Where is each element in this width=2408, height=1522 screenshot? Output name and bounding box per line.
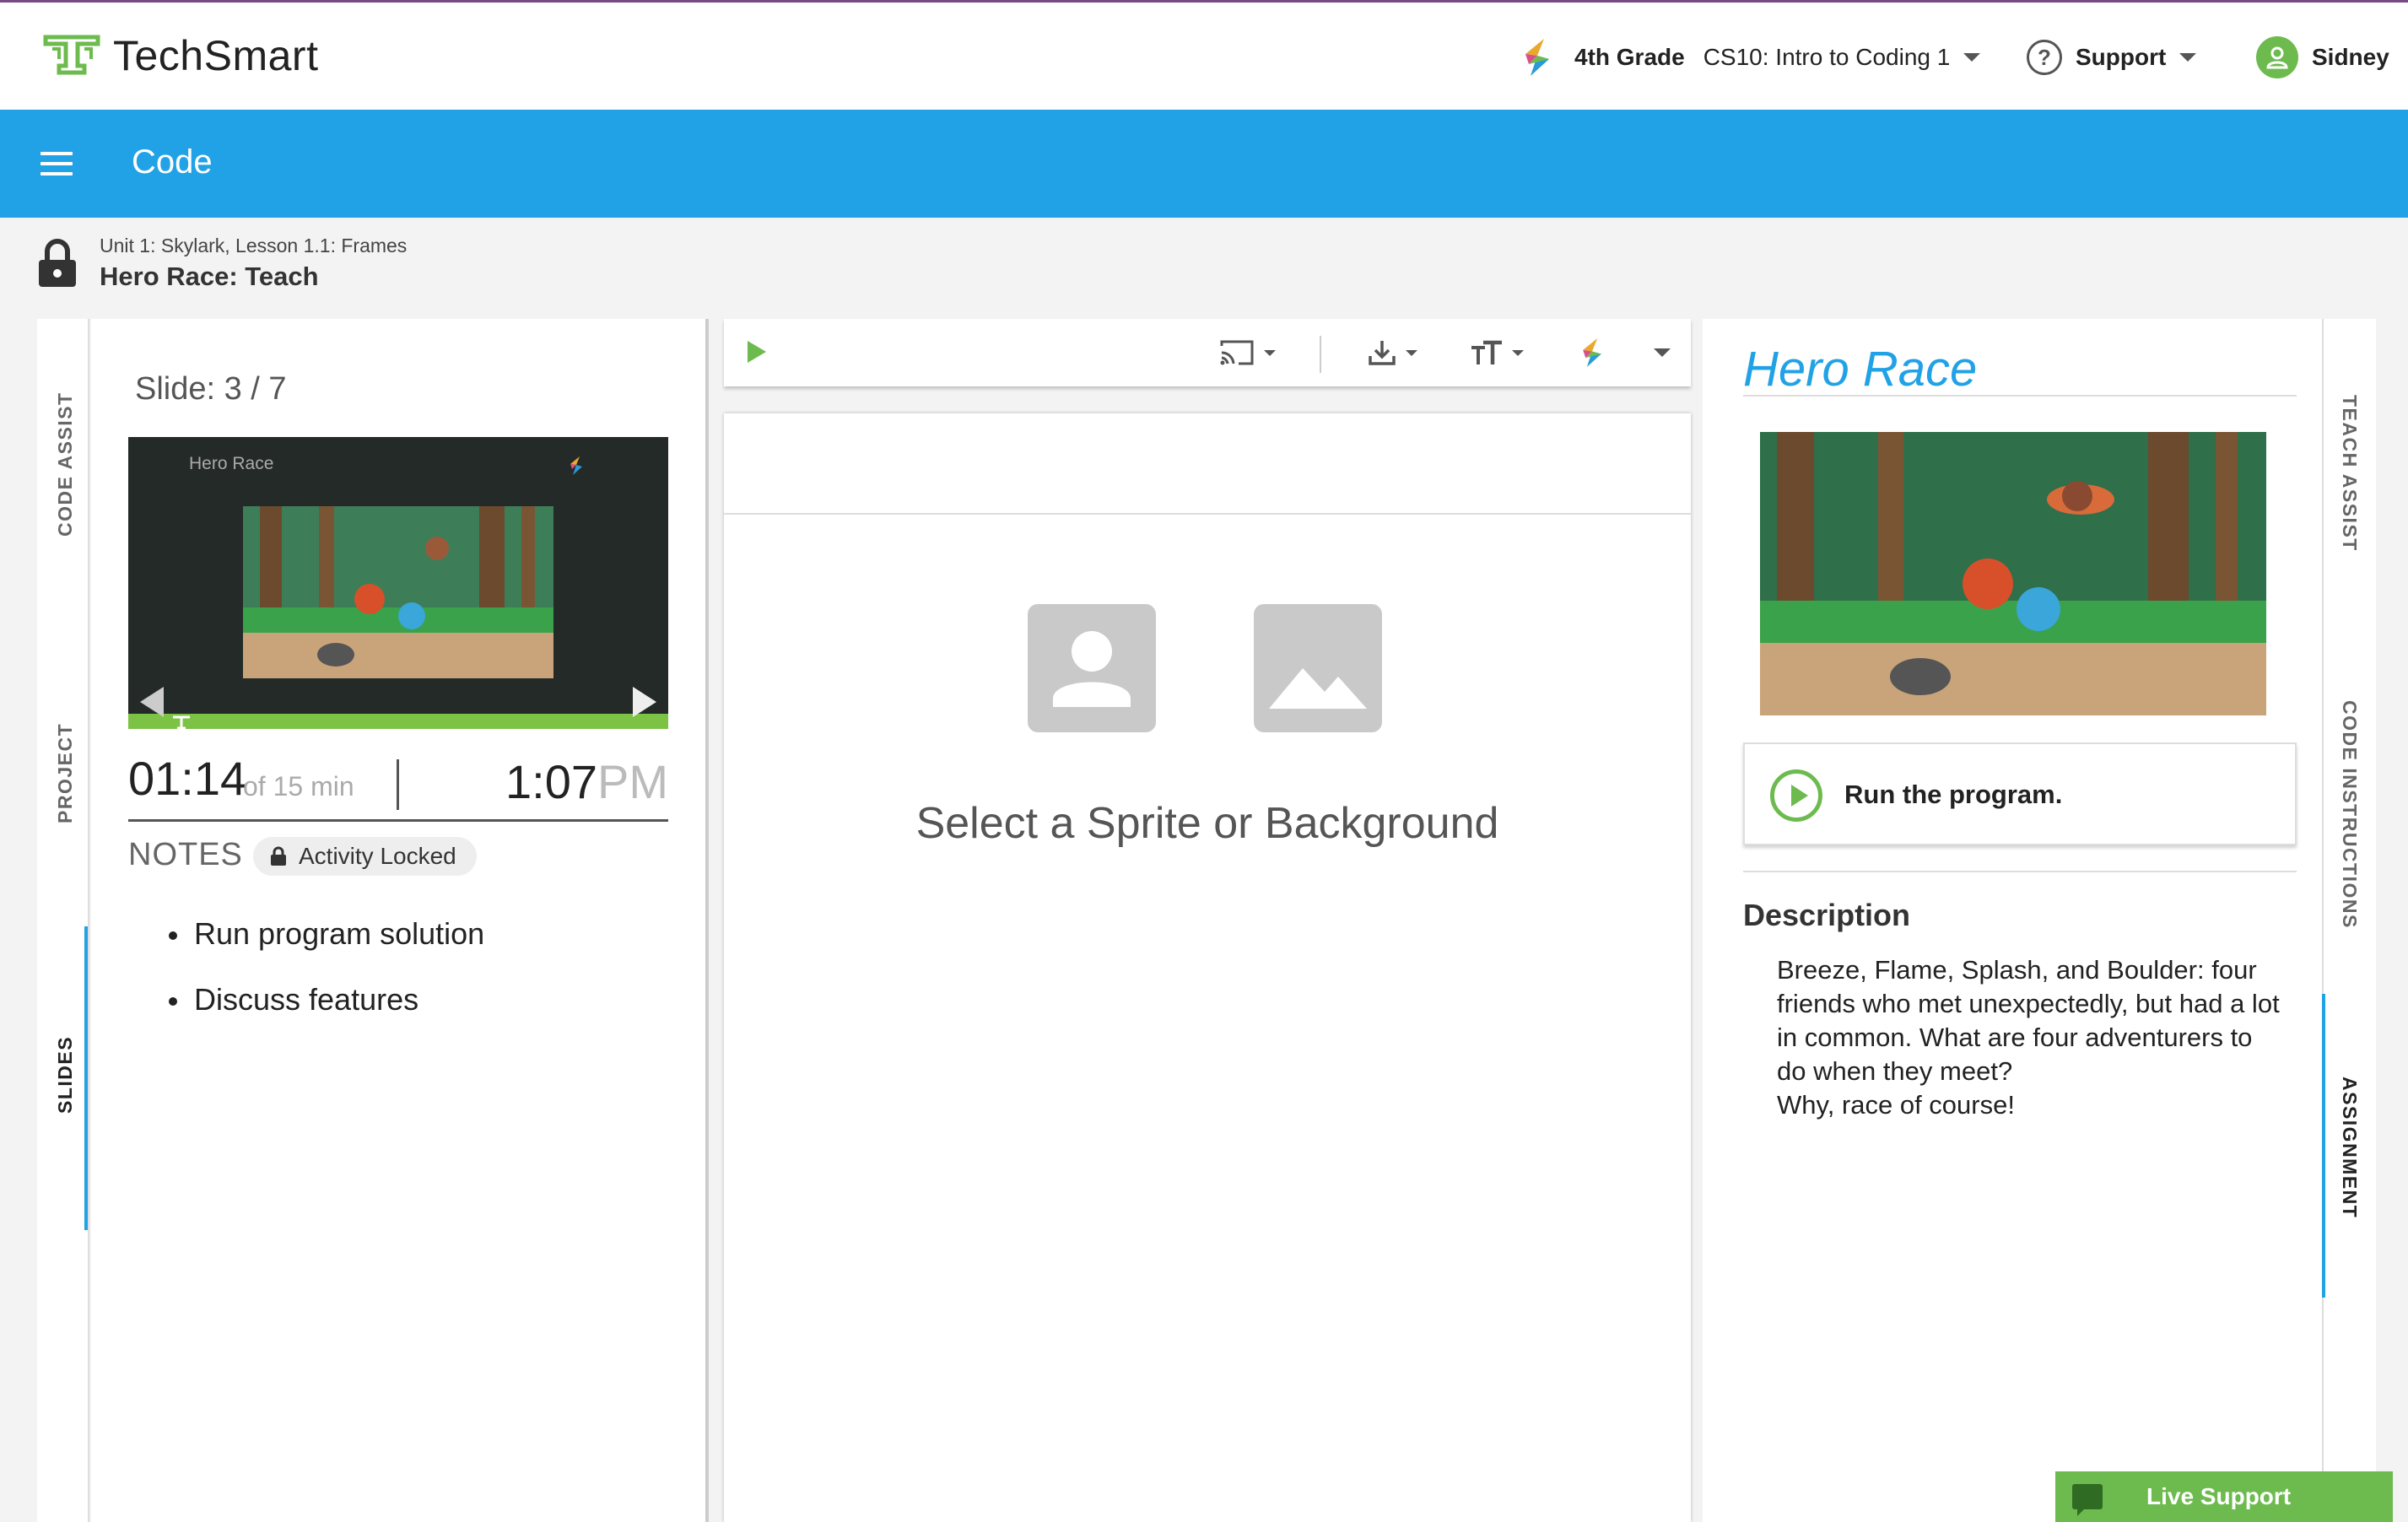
more-options-menu[interactable]	[1645, 336, 1671, 370]
toolbar-divider	[1320, 336, 1321, 373]
tab-code-instructions[interactable]: CODE INSTRUCTIONS	[2338, 700, 2361, 929]
tab-slides[interactable]: SLIDES	[54, 1036, 77, 1114]
user-menu[interactable]: Sidney	[2256, 36, 2389, 78]
right-tab-strip: TEACH ASSIST CODE INSTRUCTIONS ASSIGNMEN…	[2322, 319, 2376, 1522]
chevron-down-icon	[1963, 53, 1981, 62]
lock-icon	[39, 239, 76, 287]
run-play-icon[interactable]	[748, 341, 766, 363]
sprite-stage: Select a Sprite or Background	[724, 413, 1691, 1522]
techsmart-s-icon	[570, 456, 582, 475]
list-item: Run program solution	[169, 916, 484, 952]
timer-row: 01:14 of 15 min 1:07PM	[128, 751, 668, 822]
techsmart-logo-icon	[43, 35, 100, 75]
elapsed-time: 01:14	[128, 752, 247, 805]
divider	[1743, 395, 2297, 397]
download-menu[interactable]	[1367, 336, 1417, 370]
techsmart-t-icon	[173, 715, 190, 729]
select-background-button[interactable]	[1254, 604, 1382, 732]
slide-progress-bar	[128, 714, 668, 729]
hero-race-image	[1760, 432, 2266, 715]
chevron-down-icon	[1406, 349, 1417, 356]
tab-code-assist[interactable]: CODE ASSIST	[54, 391, 77, 537]
techsmart-s-icon	[1583, 338, 1601, 367]
divider	[1743, 871, 2297, 872]
assignment-title: Hero Race	[1743, 342, 1978, 397]
slide-counter: Slide: 3 / 7	[135, 371, 287, 407]
assignment-panel: Hero Race Run the program. Description B…	[1703, 319, 2322, 1522]
duration-label: of 15 min	[243, 771, 354, 801]
stage-divider	[724, 513, 1691, 515]
live-support-button[interactable]: Live Support	[2055, 1471, 2393, 1522]
empty-stage-message: Select a Sprite or Background	[915, 799, 1499, 848]
text-size-icon	[1471, 340, 1502, 364]
live-support-label: Live Support	[2146, 1483, 2292, 1509]
play-circle-icon	[1770, 769, 1822, 822]
active-tab-indicator	[84, 926, 88, 1230]
notes-list: Run program solution Discuss features	[169, 916, 484, 1048]
grade-label: 4th Grade	[1574, 44, 1685, 70]
timer-divider	[397, 759, 399, 810]
activity-title: Hero Race: Teach	[100, 262, 319, 291]
slides-panel: Slide: 3 / 7 Hero Race 01:14 of 15 min 1…	[91, 319, 709, 1522]
cast-menu[interactable]	[1218, 336, 1276, 370]
techsmart-menu[interactable]	[1578, 336, 1606, 370]
app-bar: Code	[0, 110, 2408, 218]
clock: 1:07PM	[505, 754, 668, 809]
editor-toolbar	[724, 319, 1691, 386]
support-menu[interactable]: ? Support	[2027, 36, 2197, 78]
cast-icon	[1220, 340, 1254, 365]
slide-thumb-title: Hero Race	[189, 454, 274, 473]
tab-assignment[interactable]: ASSIGNMENT	[2338, 1077, 2361, 1218]
chat-icon	[2072, 1484, 2103, 1516]
task-card[interactable]: Run the program.	[1743, 742, 2297, 845]
chevron-down-icon	[1512, 349, 1524, 356]
left-tab-strip: CODE ASSIST PROJECT SLIDES	[37, 319, 89, 1522]
clock-time: 1:07	[505, 755, 597, 808]
person-icon	[2266, 46, 2288, 69]
clock-ampm: PM	[597, 755, 668, 808]
techsmart-logo[interactable]: TechSmart	[42, 31, 318, 80]
avatar	[2256, 36, 2298, 78]
techsmart-s-icon	[1525, 39, 1549, 76]
description-heading: Description	[1743, 898, 1911, 932]
chevron-down-icon	[1264, 349, 1276, 356]
background-image-icon	[1269, 668, 1367, 709]
select-sprite-button[interactable]	[1028, 604, 1156, 732]
hero-race-image	[243, 506, 553, 678]
chevron-down-icon	[1654, 348, 1671, 357]
sprite-person-icon	[1053, 631, 1131, 707]
notes-label: NOTES	[128, 837, 243, 872]
slide-thumbnail[interactable]: Hero Race	[128, 437, 668, 729]
previous-slide-icon[interactable]	[140, 687, 164, 717]
activity-status: Activity Locked	[299, 843, 456, 869]
user-name: Sidney	[2312, 44, 2389, 70]
text-size-menu[interactable]	[1470, 336, 1524, 370]
download-icon	[1369, 341, 1396, 365]
description-text: Breeze, Flame, Splash, and Boulder: four…	[1777, 955, 2280, 1120]
course-selector[interactable]: 4th Grade CS10: Intro to Coding 1	[1519, 36, 1981, 78]
top-header: TechSmart 4th Grade CS10: Intro to Codin…	[0, 0, 2408, 110]
chevron-down-icon	[2179, 53, 2197, 62]
tab-teach-assist[interactable]: TEACH ASSIST	[2338, 395, 2361, 552]
brand-name: TechSmart	[113, 32, 319, 79]
course-label: CS10: Intro to Coding 1	[1703, 44, 1951, 70]
support-label: Support	[2076, 44, 2167, 70]
help-icon: ?	[2027, 40, 2062, 75]
activity-locked-badge: Activity Locked	[253, 837, 477, 876]
active-tab-indicator	[2322, 994, 2325, 1298]
next-slide-icon[interactable]	[633, 687, 656, 717]
task-label: Run the program.	[1844, 780, 2063, 809]
page-title: Code	[132, 143, 213, 181]
list-item: Discuss features	[169, 982, 484, 1017]
hamburger-menu-icon[interactable]	[40, 152, 73, 175]
breadcrumb[interactable]: Unit 1: Skylark, Lesson 1.1: Frames	[100, 235, 407, 257]
tab-project[interactable]: PROJECT	[54, 723, 77, 823]
lock-icon	[271, 846, 286, 866]
